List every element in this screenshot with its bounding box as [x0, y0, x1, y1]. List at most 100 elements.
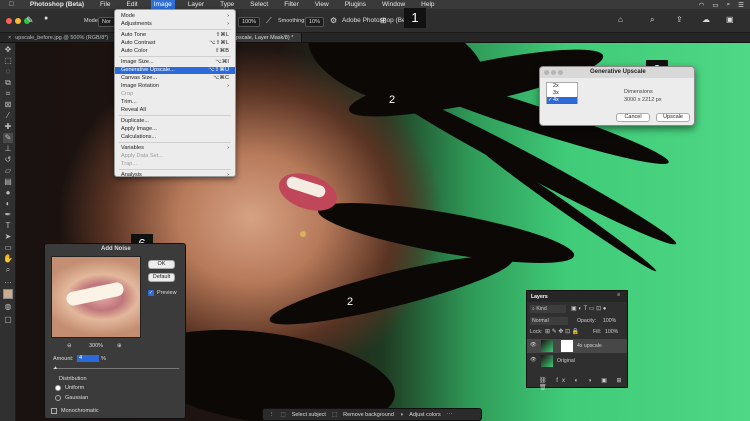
- tab-upscale-before[interactable]: × upscale_before.jpg @ 500% (RGB/8*): [0, 33, 118, 42]
- zoom-window-icon[interactable]: [558, 70, 563, 75]
- brush-tool-icon[interactable]: ✎: [3, 133, 13, 143]
- menu-item-duplicate[interactable]: Duplicate...: [115, 118, 235, 125]
- menu-item-variables[interactable]: Variables ›: [115, 145, 235, 152]
- menu-item-auto-contrast[interactable]: Auto Contrast ⌥⇧⌘L: [115, 40, 235, 47]
- brush-preset-icon[interactable]: ●: [44, 15, 48, 22]
- minimize-window-icon[interactable]: [551, 70, 556, 75]
- cancel-button[interactable]: Cancel: [616, 113, 650, 122]
- zoom-out-icon[interactable]: ⊖: [67, 343, 72, 349]
- quick-mask-icon[interactable]: ◍: [3, 302, 13, 312]
- gradient-tool-icon[interactable]: ▤: [3, 177, 13, 187]
- panel-menu-icon[interactable]: ≡: [617, 292, 620, 298]
- apple-icon[interactable]: : [6, 0, 17, 9]
- menu-type[interactable]: Type: [217, 0, 237, 9]
- path-select-icon[interactable]: ➤: [3, 232, 13, 242]
- default-button[interactable]: Default: [148, 273, 175, 282]
- layer-row-4x-upscale[interactable]: 👁 4x upscale: [527, 339, 627, 353]
- zoom-in-icon[interactable]: ⊕: [117, 343, 122, 349]
- flow-field[interactable]: 100%: [238, 17, 261, 27]
- amount-field[interactable]: 4: [77, 355, 99, 362]
- menu-item-generative-upscale[interactable]: Generative Upscale... ⌥⇧⌘U: [115, 67, 235, 74]
- menu-filter[interactable]: Filter: [281, 0, 301, 9]
- marquee-tool-icon[interactable]: ⬚: [3, 56, 13, 66]
- zoom-tool-icon[interactable]: ⌕: [3, 265, 13, 275]
- home-icon[interactable]: ⌂: [618, 15, 623, 24]
- menu-item-canvas-size[interactable]: Canvas Size... ⌥⌘C: [115, 75, 235, 82]
- menu-item-auto-tone[interactable]: Auto Tone ⇧⌘L: [115, 32, 235, 39]
- object-select-tool-icon[interactable]: ⧉: [3, 78, 13, 88]
- menu-layer[interactable]: Layer: [185, 0, 207, 9]
- menu-item-adjustments[interactable]: Adjustments ›: [115, 21, 235, 28]
- eraser-tool-icon[interactable]: ▱: [3, 166, 13, 176]
- wifi-icon[interactable]: ◠: [699, 1, 705, 9]
- visibility-eye-icon[interactable]: 👁: [530, 357, 537, 363]
- close-tab-icon[interactable]: ×: [8, 35, 11, 41]
- more-options-icon[interactable]: ⋯: [447, 412, 453, 418]
- control-center-icon[interactable]: ☰: [738, 1, 744, 9]
- stamp-tool-icon[interactable]: ⊥: [3, 144, 13, 154]
- layers-tab[interactable]: Layers: [531, 294, 548, 300]
- more-tools-icon[interactable]: …: [3, 276, 13, 286]
- select-subject-button[interactable]: Select subject: [292, 412, 326, 418]
- monochromatic-checkbox[interactable]: [51, 408, 57, 414]
- share-icon[interactable]: ⇪: [676, 15, 683, 24]
- menu-edit[interactable]: Edit: [124, 0, 141, 9]
- menu-image[interactable]: Image: [150, 0, 175, 9]
- remove-background-button[interactable]: Remove background: [343, 412, 394, 418]
- amount-slider[interactable]: [53, 368, 179, 369]
- layer-row-original[interactable]: 👁 Original: [527, 354, 627, 368]
- frame-tool-icon[interactable]: ⊠: [3, 100, 13, 110]
- search-icon[interactable]: ⌕: [727, 1, 731, 9]
- menu-item-apply-image[interactable]: Apply Image...: [115, 126, 235, 133]
- menu-item-analysis[interactable]: Analysis ›: [115, 172, 235, 179]
- search-panel-icon[interactable]: ⌕: [650, 15, 654, 25]
- scale-option-4x[interactable]: ✓ 4x: [547, 97, 577, 104]
- scale-option-3x[interactable]: 3x: [547, 90, 577, 97]
- menu-item-auto-color[interactable]: Auto Color ⇧⌘B: [115, 48, 235, 55]
- menu-item-calculations[interactable]: Calculations...: [115, 134, 235, 141]
- dodge-tool-icon[interactable]: ◐: [3, 199, 13, 209]
- foreground-color-swatch[interactable]: [3, 289, 13, 299]
- ok-button[interactable]: OK: [148, 260, 175, 269]
- menu-item-trim[interactable]: Trim...: [115, 99, 235, 106]
- close-window-icon[interactable]: [6, 18, 12, 24]
- mode-select[interactable]: Nor: [98, 17, 115, 27]
- menu-item-mode[interactable]: Mode ›: [115, 13, 235, 20]
- crop-tool-icon[interactable]: ⌗: [3, 89, 13, 99]
- filter-icons[interactable]: ▣ ◐ T ▭ ⊡ ●: [571, 305, 606, 312]
- noise-preview-image[interactable]: [51, 256, 141, 338]
- move-tool-icon[interactable]: ✥: [3, 45, 13, 55]
- screen-mode-icon[interactable]: ▢: [3, 315, 13, 325]
- battery-icon[interactable]: ▭: [712, 1, 718, 9]
- minimize-window-icon[interactable]: [15, 18, 21, 24]
- history-brush-icon[interactable]: ↺: [3, 155, 13, 165]
- lasso-tool-icon[interactable]: ◌: [3, 67, 13, 77]
- menu-select[interactable]: Select: [247, 0, 271, 9]
- app-menu[interactable]: Photoshop (Beta): [27, 0, 87, 9]
- visibility-eye-icon[interactable]: 👁: [530, 342, 537, 348]
- blend-mode-select[interactable]: Normal: [530, 317, 568, 325]
- filter-kind-select[interactable]: ⌕ Kind: [530, 305, 566, 313]
- smoothing-field[interactable]: 10%: [305, 17, 325, 27]
- settings-gear-icon[interactable]: ⚙: [330, 16, 337, 25]
- workspace-icon[interactable]: ▣: [726, 15, 734, 24]
- uniform-radio[interactable]: [55, 385, 61, 391]
- menu-item-image-rotation[interactable]: Image Rotation ›: [115, 83, 235, 90]
- brush-tool-icon[interactable]: ✎: [26, 15, 34, 26]
- menu-plugins[interactable]: Plugins: [342, 0, 369, 9]
- healing-tool-icon[interactable]: ✚: [3, 122, 13, 132]
- preview-checkbox[interactable]: ✓: [148, 290, 154, 296]
- menu-file[interactable]: File: [97, 0, 113, 9]
- opacity-field[interactable]: 100%: [603, 318, 616, 324]
- eyedropper-tool-icon[interactable]: ⁄: [3, 111, 13, 121]
- fill-field[interactable]: 100%: [605, 329, 618, 335]
- type-tool-icon[interactable]: T: [3, 221, 13, 231]
- menu-item-image-size[interactable]: Image Size... ⌥⌘I: [115, 59, 235, 66]
- upscale-button[interactable]: Upscale: [656, 113, 690, 122]
- gaussian-radio[interactable]: [55, 395, 61, 401]
- hand-tool-icon[interactable]: ✋: [3, 254, 13, 264]
- airbrush-icon[interactable]: ⟋: [266, 16, 272, 26]
- pen-tool-icon[interactable]: ✒: [3, 210, 13, 220]
- layers-footer-icons[interactable]: ⛓ fx ◐ ◑ ▣ ⊞ 🗑: [539, 377, 627, 391]
- drag-handle-icon[interactable]: ⋮: [269, 412, 275, 418]
